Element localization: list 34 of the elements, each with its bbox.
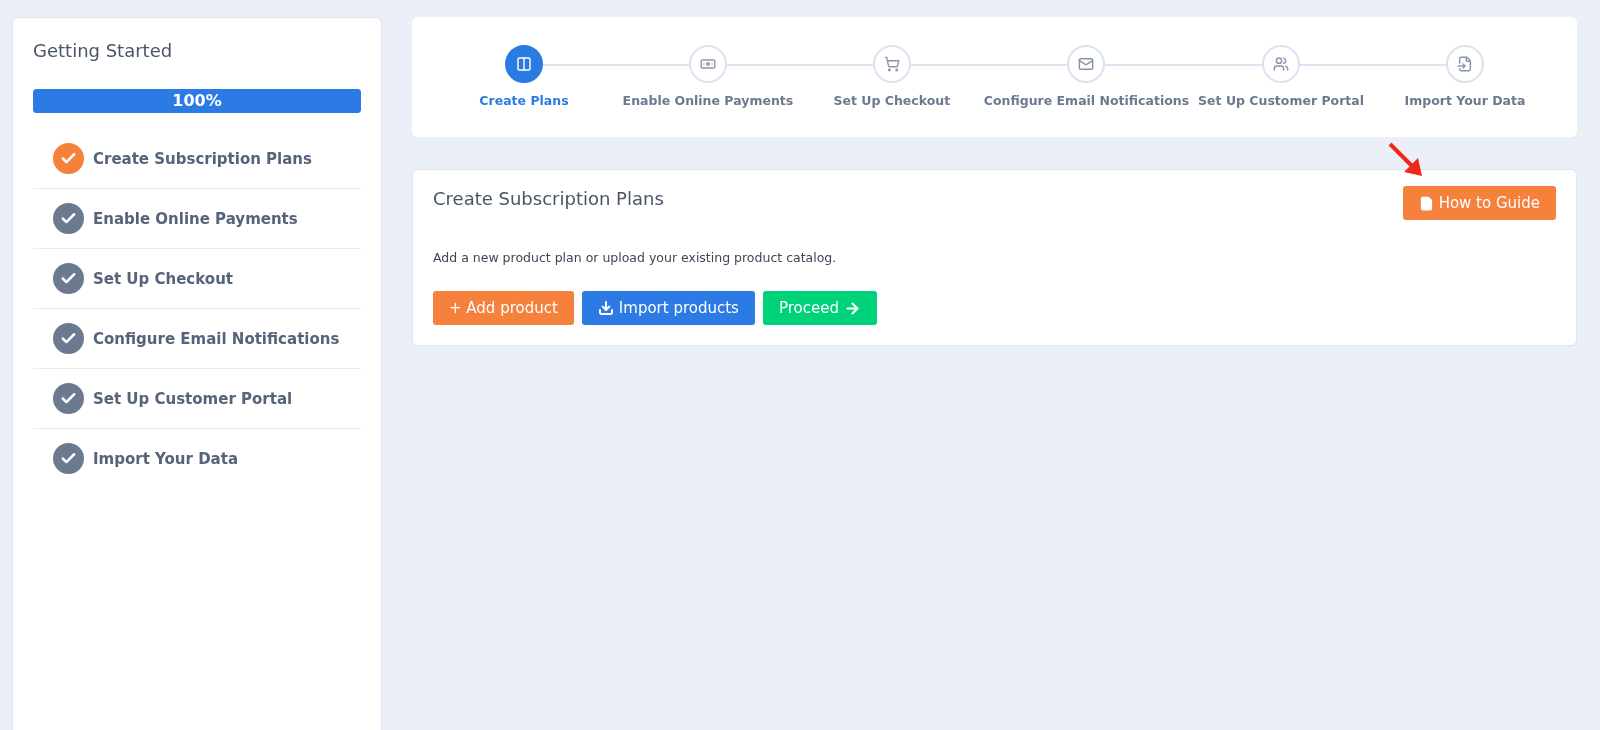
arrow-right-icon bbox=[843, 299, 861, 317]
columns-icon[interactable] bbox=[504, 45, 543, 83]
cart-icon[interactable] bbox=[872, 45, 911, 83]
step-label[interactable]: Configure Email Notifications bbox=[983, 93, 1190, 108]
document-icon bbox=[1418, 195, 1434, 211]
checklist-item[interactable]: Set Up Checkout bbox=[33, 249, 361, 309]
sidebar-title: Getting Started bbox=[33, 40, 174, 61]
step-label[interactable]: Import Your Data bbox=[1404, 93, 1526, 108]
progress-reading: 100% bbox=[171, 91, 223, 110]
checklist-item[interactable]: Enable Online Payments bbox=[33, 189, 361, 249]
how-to-guide-button[interactable]: How to Guide bbox=[1402, 186, 1556, 220]
banknote-icon[interactable] bbox=[688, 45, 727, 83]
checklist-label: Create Subscription Plans bbox=[93, 149, 312, 168]
checklist-label: Set Up Customer Portal bbox=[93, 389, 293, 408]
envelope-icon[interactable] bbox=[1067, 45, 1106, 83]
card-title: Create Subscription Plans bbox=[433, 188, 664, 209]
card-description: Add a new product plan or upload your existing product catalog. bbox=[433, 250, 838, 265]
checklist-label: Configure Email Notifications bbox=[93, 329, 340, 348]
step-label[interactable]: Enable Online Payments bbox=[622, 93, 794, 108]
checklist-item[interactable]: Create Subscription Plans bbox=[33, 129, 361, 189]
download-icon bbox=[597, 300, 614, 316]
step-label[interactable]: Create Plans bbox=[479, 93, 569, 108]
add-product-button[interactable]: + Add product bbox=[433, 291, 574, 325]
checklist-label: Import Your Data bbox=[93, 449, 238, 468]
step-label[interactable]: Set Up Customer Portal bbox=[1198, 93, 1365, 108]
step-label[interactable]: Set Up Checkout bbox=[833, 93, 951, 108]
checklist-item[interactable]: Import Your Data bbox=[33, 429, 361, 488]
users-icon[interactable] bbox=[1262, 45, 1301, 83]
checklist-item[interactable]: Configure Email Notifications bbox=[33, 309, 361, 369]
checklist-label: Enable Online Payments bbox=[93, 209, 298, 228]
file-import-icon[interactable] bbox=[1446, 45, 1484, 83]
import-products-button[interactable]: Import products bbox=[581, 291, 755, 325]
checklist-label: Set Up Checkout bbox=[93, 269, 233, 288]
checklist-item[interactable]: Set Up Customer Portal bbox=[33, 369, 361, 429]
